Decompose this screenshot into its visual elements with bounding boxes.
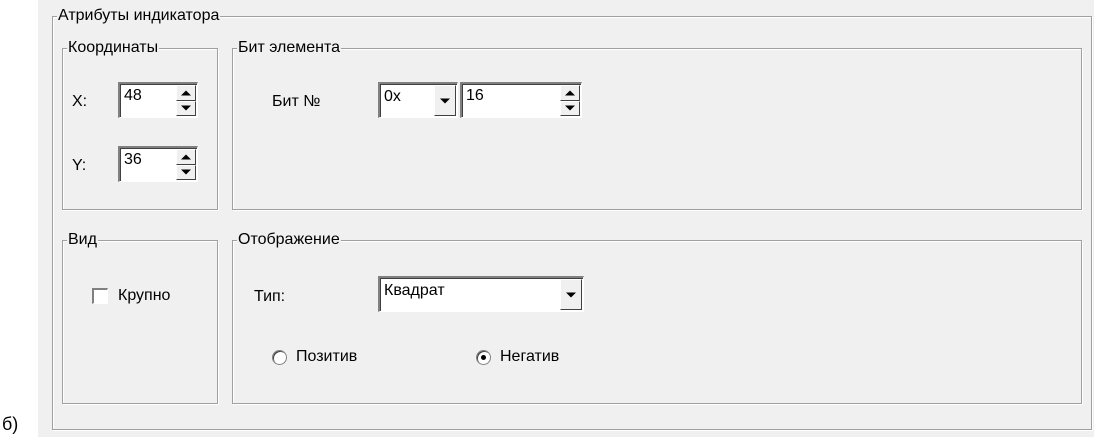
bit-prefix-value: 0x [384, 88, 401, 105]
y-value: 36 [124, 151, 142, 168]
y-decrement-button[interactable] [176, 164, 196, 180]
bit-increment-button[interactable] [560, 85, 580, 101]
bit-element-group: Бит элемента [232, 38, 1082, 210]
y-spinbox[interactable]: 36 [118, 146, 198, 182]
x-spinbox[interactable]: 48 [118, 82, 198, 118]
negative-label[interactable]: Негатив [500, 347, 559, 367]
negative-radio[interactable] [476, 350, 491, 365]
bit-number-value: 16 [466, 87, 484, 104]
bit-prefix-dropdown-button[interactable] [434, 85, 456, 116]
bit-number-label: Бит № [272, 93, 321, 110]
arrow-down-icon [181, 105, 191, 111]
view-title: Вид [67, 230, 98, 250]
coordinates-title: Координаты [67, 38, 160, 58]
type-select[interactable]: Квадрат [378, 276, 584, 312]
bit-element-title: Бит элемента [237, 38, 342, 58]
arrow-up-icon [565, 90, 575, 96]
bit-number-spinbox[interactable]: 16 [460, 82, 582, 118]
y-label: Y: [72, 157, 87, 174]
chevron-down-icon [440, 98, 450, 103]
figure-label: б) [2, 414, 19, 435]
y-increment-button[interactable] [176, 149, 196, 165]
arrow-down-icon [181, 169, 191, 175]
bit-prefix-select[interactable]: 0x [378, 82, 458, 118]
arrow-down-icon [565, 105, 575, 111]
large-checkbox[interactable] [92, 288, 108, 304]
radio-selected-dot [481, 355, 486, 360]
positive-radio[interactable] [272, 350, 287, 365]
coordinates-group: Координаты [62, 38, 218, 210]
indicator-attributes-title: Атрибуты индикатора [57, 6, 221, 26]
type-dropdown-button[interactable] [560, 279, 582, 310]
positive-label[interactable]: Позитив [296, 347, 357, 367]
arrow-up-icon [181, 90, 191, 96]
large-label[interactable]: Крупно [118, 286, 170, 306]
type-label: Тип: [254, 288, 286, 305]
x-label: X: [72, 93, 88, 110]
view-group: Вид [62, 230, 218, 404]
chevron-down-icon [566, 292, 576, 297]
type-value: Квадрат [384, 282, 445, 299]
bit-decrement-button[interactable] [560, 100, 580, 116]
x-increment-button[interactable] [176, 85, 196, 101]
display-title: Отображение [237, 230, 341, 250]
x-value: 48 [124, 87, 142, 104]
display-group: Отображение [232, 230, 1082, 404]
x-decrement-button[interactable] [176, 100, 196, 116]
arrow-up-icon [181, 154, 191, 160]
